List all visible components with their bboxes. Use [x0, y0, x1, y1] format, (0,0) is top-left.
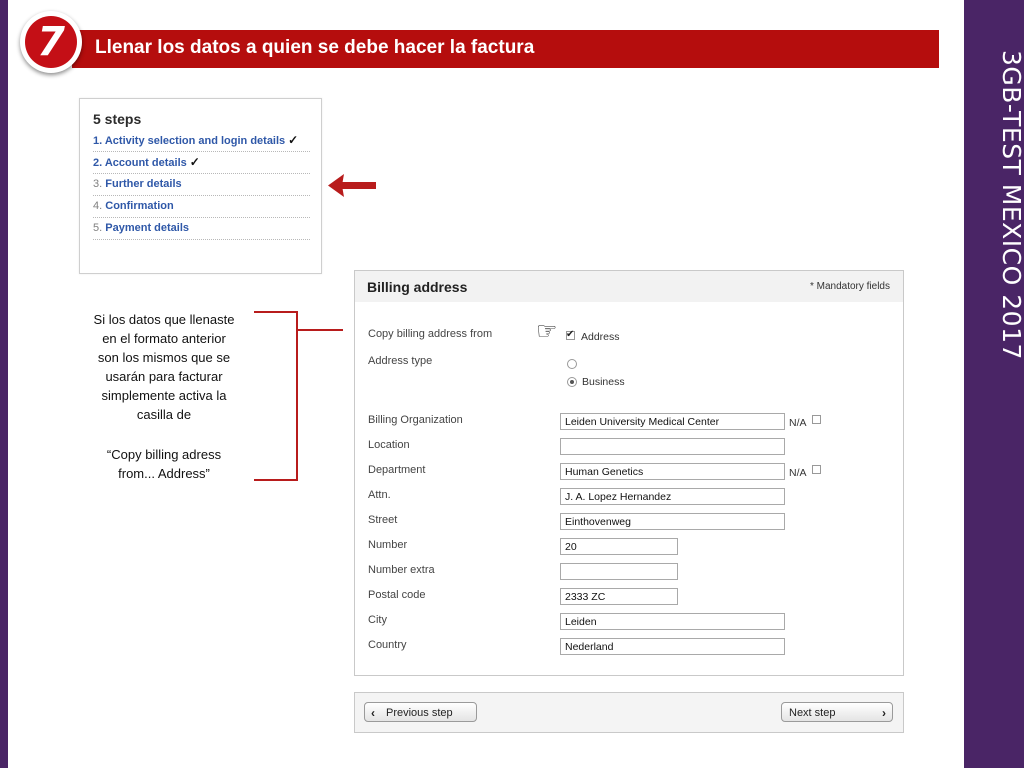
- street-input[interactable]: Einthovenweg: [560, 513, 785, 530]
- annotation-quote: “Copy billing adress from... Address”: [106, 447, 222, 481]
- previous-step-label: Previous step: [386, 707, 453, 719]
- address-type-business-label: Business: [582, 376, 625, 388]
- next-step-label: Next step: [789, 707, 836, 719]
- next-step-button[interactable]: Next step ›: [781, 702, 893, 722]
- number-input[interactable]: 20: [560, 538, 678, 555]
- steps-panel: 5 steps 1. Activity selection and login …: [79, 98, 322, 274]
- step-item-1[interactable]: 1. Activity selection and login details ✓: [93, 130, 310, 152]
- step-label: Confirmation: [105, 200, 174, 212]
- city-input[interactable]: Leiden: [560, 613, 785, 630]
- country-label: Country: [368, 639, 407, 651]
- department-na-checkbox[interactable]: [812, 465, 821, 474]
- location-input[interactable]: [560, 438, 785, 455]
- steps-list: 1. Activity selection and login details ✓…: [93, 130, 310, 240]
- organization-input[interactable]: Leiden University Medical Center: [560, 413, 785, 430]
- step-badge: 7: [20, 11, 82, 73]
- previous-step-button[interactable]: ‹ Previous step: [364, 702, 477, 722]
- organization-na-checkbox[interactable]: [812, 415, 821, 424]
- postal-code-label: Postal code: [368, 589, 426, 601]
- step-item-5[interactable]: 5. Payment details: [93, 218, 310, 240]
- attn-label: Attn.: [368, 489, 391, 501]
- country-input[interactable]: Nederland: [560, 638, 785, 655]
- organization-label: Billing Organization: [368, 414, 463, 426]
- check-icon: ✓: [288, 133, 299, 147]
- department-label: Department: [368, 464, 426, 476]
- billing-title: Billing address: [367, 279, 468, 295]
- step-item-2[interactable]: 2. Account details ✓: [93, 152, 310, 174]
- step-label: Payment details: [105, 222, 190, 234]
- step-label: Further details: [105, 178, 182, 190]
- side-title: 3GB-TEST MEXICO 2017: [997, 50, 1024, 360]
- left-decor-bar: [0, 0, 8, 768]
- page-title: Llenar los datos a quien se debe hacer l…: [95, 37, 535, 58]
- number-label: Number: [368, 539, 408, 551]
- address-type-label: Address type: [368, 355, 433, 367]
- address-type-radio-business[interactable]: [567, 377, 577, 387]
- billing-header: Billing address * Mandatory fields: [355, 271, 903, 302]
- chevron-right-icon: ›: [882, 706, 886, 720]
- number-extra-label: Number extra: [368, 564, 435, 576]
- step-label: Account details: [104, 157, 187, 169]
- department-na-label: N/A: [789, 467, 807, 479]
- annotation-connector: [298, 329, 343, 331]
- arrow-left-icon: [328, 174, 376, 197]
- street-label: Street: [368, 514, 398, 526]
- step-number: 7: [25, 16, 77, 68]
- number-extra-input[interactable]: [560, 563, 678, 580]
- copy-billing-label: Copy billing address from: [368, 328, 493, 340]
- chevron-left-icon: ‹: [371, 706, 375, 720]
- check-icon: ✔: [566, 329, 575, 340]
- location-label: Location: [368, 439, 410, 451]
- step-item-3[interactable]: 3. Further details: [93, 174, 310, 196]
- check-icon: ✓: [189, 155, 200, 169]
- organization-na-label: N/A: [789, 417, 807, 429]
- postal-code-input[interactable]: 2333 ZC: [560, 588, 678, 605]
- pointing-hand-icon: ☞: [536, 318, 558, 345]
- city-label: City: [368, 614, 387, 626]
- step-label: Activity selection and login details: [104, 135, 286, 147]
- copy-address-option-label: Address: [581, 331, 620, 343]
- billing-address-panel: Billing address * Mandatory fields Copy …: [354, 270, 904, 676]
- steps-title: 5 steps: [93, 111, 142, 127]
- mandatory-note: * Mandatory fields: [809, 281, 890, 292]
- attn-input[interactable]: J. A. Lopez Hernandez: [560, 488, 785, 505]
- annotation-bracket: [254, 311, 298, 481]
- address-type-radio-1[interactable]: [567, 359, 577, 369]
- department-input[interactable]: Human Genetics: [560, 463, 785, 480]
- annotation-text: Si los datos que llenaste en el formato …: [93, 312, 235, 422]
- step-item-4[interactable]: 4. Confirmation: [93, 196, 310, 218]
- step-navigation: ‹ Previous step Next step ›: [354, 692, 904, 733]
